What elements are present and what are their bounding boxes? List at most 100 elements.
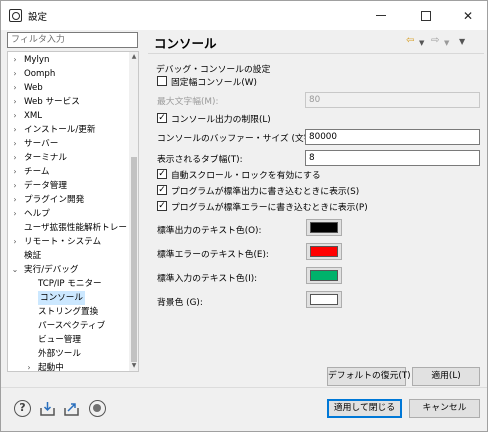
scrollbar-thumb[interactable] <box>131 157 137 362</box>
tree-item-label: サーバー <box>24 139 59 149</box>
tree-item[interactable]: › Mylyn <box>8 53 128 67</box>
close-icon: ✕ <box>462 8 474 23</box>
limit-output-checkbox[interactable]: ✓ <box>157 113 167 123</box>
collapsed-chevron-icon[interactable]: › <box>8 109 22 123</box>
window-title: 設定 <box>28 12 48 23</box>
collapsed-chevron-icon[interactable]: › <box>8 235 22 249</box>
collapsed-chevron-icon[interactable]: › <box>8 137 22 151</box>
tree-item-label: 実行/デバッグ <box>24 265 79 275</box>
back-dropdown-icon[interactable]: ▼ <box>419 37 424 49</box>
help-icon[interactable]: ? <box>14 400 31 417</box>
tree-item[interactable]: › Web サービス <box>8 95 128 109</box>
scroll-up-arrow-icon[interactable]: ▲ <box>129 52 138 62</box>
show-stdout-label: プログラムが標準出力に書き込むときに表示(S) <box>171 187 360 197</box>
export-icon[interactable] <box>63 400 80 417</box>
tree-item[interactable]: › Web <box>8 81 128 95</box>
tab-width-field[interactable]: 8 <box>305 150 480 166</box>
collapsed-chevron-icon[interactable]: › <box>8 53 22 67</box>
background-color-button[interactable] <box>306 291 342 308</box>
app-icon <box>9 9 22 22</box>
buffer-size-field[interactable]: 80000 <box>305 129 480 145</box>
tree-item[interactable]: › 起動中 <box>8 361 128 372</box>
tree-item[interactable]: › チーム <box>8 165 128 179</box>
collapsed-chevron-icon[interactable]: › <box>8 151 22 165</box>
forward-arrow-icon[interactable]: ⇨ <box>431 35 439 47</box>
tree-item-label: ヘルプ <box>24 209 50 219</box>
maximize-button[interactable] <box>406 1 446 30</box>
collapsed-chevron-icon[interactable]: › <box>8 179 22 193</box>
tree-item[interactable]: › データ管理 <box>8 179 128 193</box>
restore-defaults-button[interactable]: デフォルトの復元(T) <box>327 367 411 386</box>
fixed-width-label: 固定幅コンソール(W) <box>171 78 257 88</box>
collapsed-chevron-icon[interactable]: › <box>8 193 22 207</box>
collapsed-chevron-icon[interactable]: › <box>22 361 36 371</box>
tree-item[interactable]: › プラグイン開発 <box>8 193 128 207</box>
record-icon[interactable] <box>89 400 106 417</box>
cancel-button[interactable]: キャンセル <box>409 399 480 418</box>
tree-item[interactable]: › サーバー <box>8 137 128 151</box>
tree-item-selected[interactable]: コンソール <box>8 291 128 305</box>
collapsed-chevron-icon[interactable]: › <box>8 165 22 179</box>
tree-item[interactable]: ストリング置換 <box>8 305 128 319</box>
tree-scrollbar[interactable]: ▲ ▼ <box>129 52 138 371</box>
minimize-button[interactable] <box>361 1 401 30</box>
tree-item[interactable]: パースペクティブ <box>8 319 128 333</box>
tree-item-label: Web <box>24 83 43 93</box>
show-stderr-checkbox[interactable]: ✓ <box>157 201 167 211</box>
tree-item-label: ビュー管理 <box>38 335 81 345</box>
max-chars-field[interactable]: 80 <box>305 92 480 108</box>
back-arrow-icon[interactable]: ⇦ <box>406 35 414 47</box>
tree-item[interactable]: › ターミナル <box>8 151 128 165</box>
tree-item[interactable]: ビュー管理 <box>8 333 128 347</box>
tree-item-label: 起動中 <box>38 363 64 372</box>
forward-dropdown-icon[interactable]: ▼ <box>444 37 449 49</box>
tree-item[interactable]: › インストール/更新 <box>8 123 128 137</box>
background-color-label: 背景色 (G): <box>157 298 203 308</box>
title-bar: 設定 ✕ <box>1 1 487 30</box>
tree-item-label: パースペクティブ <box>38 321 106 331</box>
tree-item[interactable]: 検証 <box>8 249 128 263</box>
tree-item[interactable]: › XML <box>8 109 128 123</box>
view-menu-icon[interactable]: ▼ <box>459 36 465 48</box>
collapsed-chevron-icon[interactable]: › <box>8 81 22 95</box>
scroll-down-arrow-icon[interactable]: ▼ <box>129 361 138 371</box>
auto-scroll-checkbox[interactable]: ✓ <box>157 169 167 179</box>
stderr-color-swatch <box>310 246 338 257</box>
tree-item[interactable]: TCP/IP モニター <box>8 277 128 291</box>
stdin-color-button[interactable] <box>306 267 342 284</box>
tree-item[interactable]: › ヘルプ <box>8 207 128 221</box>
collapsed-chevron-icon[interactable]: › <box>8 95 22 109</box>
tree-item-label: Web サービス <box>24 97 80 107</box>
tree-item[interactable]: › リモート・システム <box>8 235 128 249</box>
collapsed-chevron-icon[interactable]: › <box>8 123 22 137</box>
tree-item[interactable]: ユーザ拡張性能解析トレー <box>8 221 128 235</box>
tree-item[interactable]: 外部ツール <box>8 347 128 361</box>
tree-item-label: データ管理 <box>24 181 67 191</box>
stdout-color-label: 標準出力のテキスト色(O): <box>157 226 262 236</box>
stderr-color-label: 標準エラーのテキスト色(E): <box>157 250 269 260</box>
stdin-color-swatch <box>310 270 338 281</box>
tree-item-label: 外部ツール <box>38 349 81 359</box>
minimize-icon <box>376 15 386 16</box>
stderr-color-button[interactable] <box>306 243 342 260</box>
tree-item-label: TCP/IP モニター <box>38 279 102 289</box>
collapsed-chevron-icon[interactable]: › <box>8 207 22 221</box>
fixed-width-checkbox[interactable] <box>157 76 167 86</box>
filter-input[interactable] <box>7 32 138 48</box>
stdout-color-button[interactable] <box>306 219 342 236</box>
tree-item[interactable]: ⌄ 実行/デバッグ <box>8 263 128 277</box>
apply-button[interactable]: 適用(L) <box>412 367 480 386</box>
maximize-icon <box>421 10 431 21</box>
apply-and-close-button[interactable]: 適用して閉じる <box>327 399 402 418</box>
header-divider <box>148 53 484 54</box>
tab-width-label: 表示されるタブ幅(T): <box>157 155 243 165</box>
max-chars-label: 最大文字幅(M): <box>157 97 219 107</box>
show-stdout-checkbox[interactable]: ✓ <box>157 185 167 195</box>
collapsed-chevron-icon[interactable]: › <box>8 67 22 81</box>
expanded-chevron-icon[interactable]: ⌄ <box>8 263 22 277</box>
tree-item-label: プラグイン開発 <box>24 195 85 205</box>
tree-item[interactable]: › Oomph <box>8 67 128 81</box>
import-icon[interactable] <box>39 400 56 417</box>
close-button[interactable]: ✕ <box>448 1 488 30</box>
tree-item-label: XML <box>24 111 43 121</box>
